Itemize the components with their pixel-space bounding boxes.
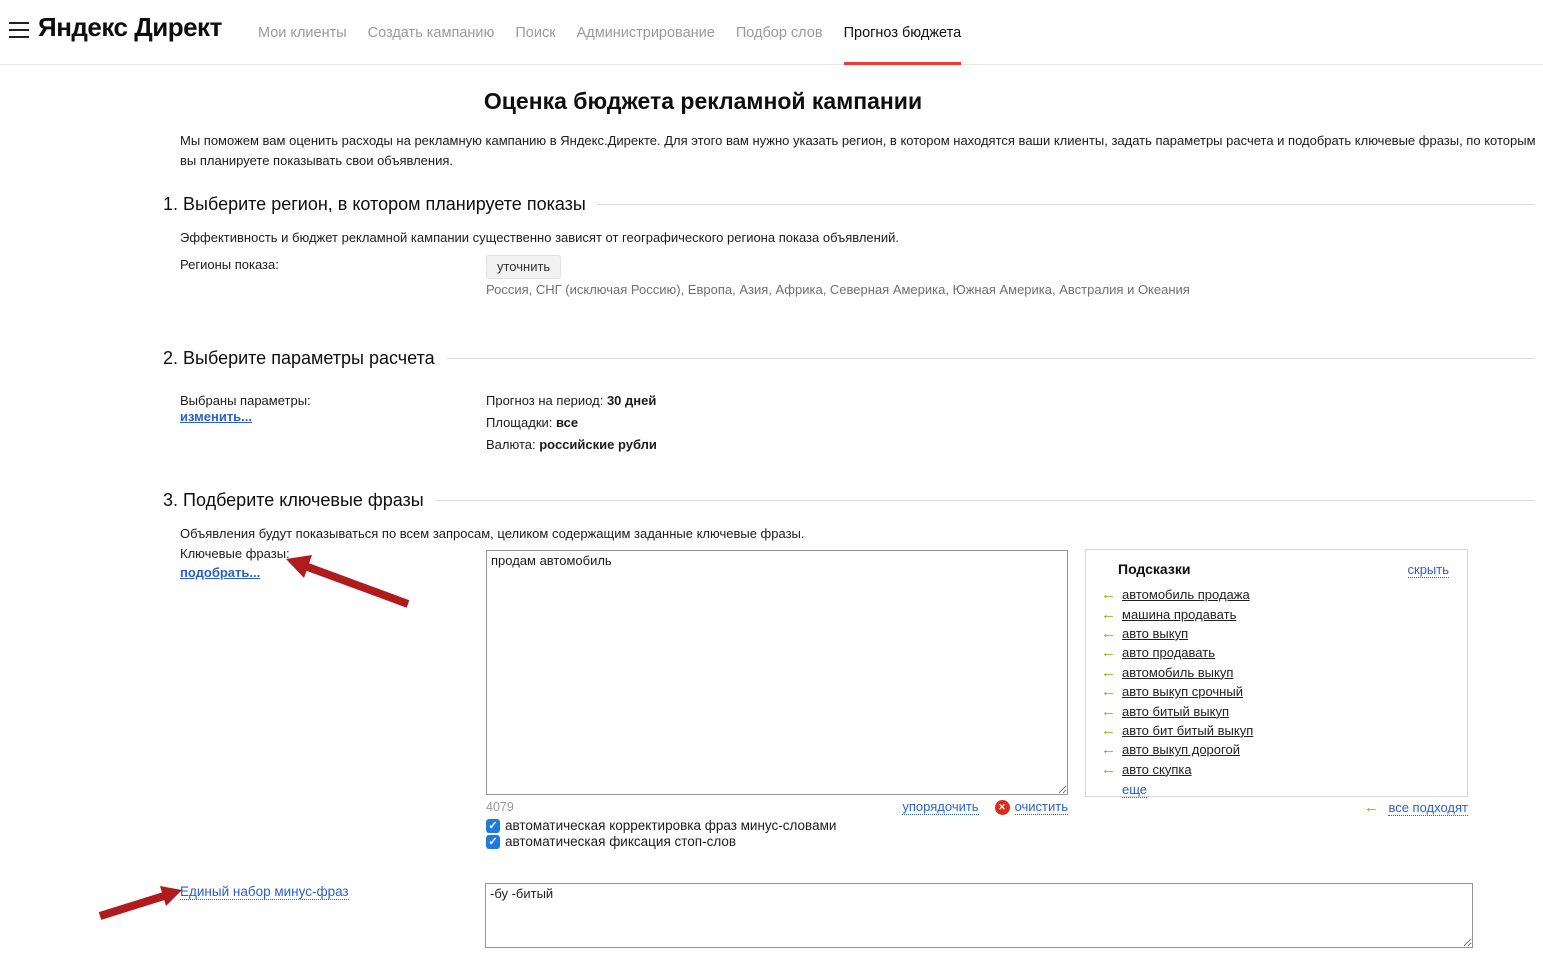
checkbox-stop-words[interactable]: ✓ <box>486 835 500 849</box>
change-params-link[interactable]: изменить... <box>180 409 252 424</box>
hint-link[interactable]: авто бит битый выкуп <box>1122 723 1253 738</box>
hint-link[interactable]: авто выкуп срочный <box>1122 684 1243 699</box>
nav-item-word-selection[interactable]: Подбор слов <box>736 0 823 65</box>
header: Яндекс Директ Мои клиенты Создать кампан… <box>0 0 1543 65</box>
keywords-toolbar: 4079 упорядочить ✕ очистить <box>486 799 1068 815</box>
section1-description: Эффективность и бюджет рекламной кампани… <box>180 230 899 245</box>
section-divider <box>598 204 1535 205</box>
param-value: российские рубли <box>539 437 657 452</box>
nav-item-create-campaign[interactable]: Создать кампанию <box>368 0 495 65</box>
minus-phrases-textarea[interactable]: -бу -битый <box>485 883 1473 948</box>
hint-link[interactable]: авто выкуп дорогой <box>1122 742 1240 757</box>
more-hints-link[interactable]: еще <box>1122 782 1147 798</box>
hint-link[interactable]: машина продавать <box>1122 607 1236 622</box>
hint-link[interactable]: авто скупка <box>1122 762 1192 777</box>
hint-item: ← автомобиль продажа <box>1101 585 1453 604</box>
section-divider <box>436 500 1535 501</box>
checkbox-row-minus-words: ✓ автоматическая корректировка фраз мину… <box>486 818 836 833</box>
section3-description: Объявления будут показываться по всем за… <box>180 526 804 541</box>
regions-label: Регионы показа: <box>180 257 279 272</box>
add-hint-arrow-icon[interactable]: ← <box>1101 684 1114 699</box>
param-label: Прогноз на период: <box>486 393 603 408</box>
hint-link[interactable]: авто продавать <box>1122 645 1215 660</box>
hint-link[interactable]: авто битый выкуп <box>1122 704 1229 719</box>
params-label: Выбраны параметры: <box>180 393 311 408</box>
minus-phrases-link[interactable]: Единый набор минус-фраз <box>180 884 349 900</box>
nav-item-search[interactable]: Поиск <box>515 0 555 65</box>
all-hints-fit-row: ← все подходят <box>1085 800 1468 815</box>
intro-text: Мы поможем вам оценить расходы на реклам… <box>180 131 1537 170</box>
nav-item-budget-forecast[interactable]: Прогноз бюджета <box>844 0 962 65</box>
clear-keywords-link[interactable]: очистить <box>1015 799 1068 815</box>
section1-heading: 1. Выберите регион, в котором планируете… <box>163 194 586 215</box>
keywords-label: Ключевые фразы: <box>180 546 290 561</box>
add-hint-arrow-icon[interactable]: ← <box>1101 762 1114 777</box>
section3-heading-row: 3. Подберите ключевые фразы <box>163 490 1535 511</box>
budget-forecast-page: Яндекс Директ Мои клиенты Создать кампан… <box>0 0 1543 964</box>
annotation-arrow-minus-phrases <box>92 884 187 926</box>
hint-item: ← авто продавать <box>1101 643 1453 662</box>
hint-item: ← авто выкуп дорогой <box>1101 740 1453 759</box>
checkbox-minus-words[interactable]: ✓ <box>486 819 500 833</box>
section-divider <box>447 358 1535 359</box>
char-counter: 4079 <box>486 800 514 814</box>
hint-item: ← машина продавать <box>1101 604 1453 623</box>
main-nav: Мои клиенты Создать кампанию Поиск Админ… <box>258 0 961 65</box>
nav-item-clients[interactable]: Мои клиенты <box>258 0 347 65</box>
sort-keywords-link[interactable]: упорядочить <box>902 799 978 815</box>
hint-item: ← автомобиль выкуп <box>1101 663 1453 682</box>
param-label: Валюта: <box>486 437 536 452</box>
section3-heading: 3. Подберите ключевые фразы <box>163 490 424 511</box>
menu-icon[interactable] <box>9 22 29 38</box>
logo[interactable]: Яндекс Директ <box>38 12 222 43</box>
hint-link[interactable]: автомобиль продажа <box>1122 587 1250 602</box>
checkbox-label: автоматическая фиксация стоп-слов <box>505 834 736 849</box>
section1-heading-row: 1. Выберите регион, в котором планируете… <box>163 194 1535 215</box>
hint-item: ← авто выкуп <box>1101 624 1453 643</box>
hint-item: ← авто бит битый выкуп <box>1101 721 1453 740</box>
add-hint-arrow-icon[interactable]: ← <box>1101 607 1114 622</box>
page-title: Оценка бюджета рекламной кампании <box>180 88 1226 115</box>
section2-heading: 2. Выберите параметры расчета <box>163 348 435 369</box>
regions-value: Россия, СНГ (исключая Россию), Европа, А… <box>486 282 1190 297</box>
pick-keywords-link[interactable]: подобрать... <box>180 565 260 580</box>
add-hint-arrow-icon[interactable]: ← <box>1101 742 1114 757</box>
all-hints-fit-link[interactable]: все подходят <box>1388 800 1468 816</box>
hint-link[interactable]: автомобиль выкуп <box>1122 665 1233 680</box>
hint-item: ← авто выкуп срочный <box>1101 682 1453 701</box>
add-hint-arrow-icon[interactable]: ← <box>1101 645 1114 660</box>
param-platforms: Площадки: все <box>486 415 578 430</box>
add-all-arrow-icon[interactable]: ← <box>1364 799 1379 816</box>
section2-heading-row: 2. Выберите параметры расчета <box>163 348 1535 369</box>
annotation-arrow-keywords <box>278 552 418 614</box>
clear-icon[interactable]: ✕ <box>995 800 1010 815</box>
hint-link[interactable]: авто выкуп <box>1122 626 1188 641</box>
nav-item-administration[interactable]: Администрирование <box>577 0 715 65</box>
checkbox-label: автоматическая корректировка фраз минус-… <box>505 818 836 833</box>
add-hint-arrow-icon[interactable]: ← <box>1101 587 1114 602</box>
add-hint-arrow-icon[interactable]: ← <box>1101 704 1114 719</box>
add-hint-arrow-icon[interactable]: ← <box>1101 723 1114 738</box>
add-hint-arrow-icon[interactable]: ← <box>1101 626 1114 641</box>
keywords-textarea[interactable]: продам автомобиль <box>486 550 1068 795</box>
param-label: Площадки: <box>486 415 552 430</box>
add-hint-arrow-icon[interactable]: ← <box>1101 665 1114 680</box>
checkbox-row-stop-words: ✓ автоматическая фиксация стоп-слов <box>486 834 736 849</box>
param-value: 30 дней <box>607 393 656 408</box>
refine-regions-button[interactable]: уточнить <box>486 255 561 279</box>
hints-title: Подсказки <box>1118 561 1190 577</box>
param-forecast-period: Прогноз на период: 30 дней <box>486 393 656 408</box>
hint-item: ← авто скупка <box>1101 760 1453 779</box>
hint-item: ← авто битый выкуп <box>1101 701 1453 720</box>
param-currency: Валюта: российские рубли <box>486 437 657 452</box>
param-value: все <box>556 415 578 430</box>
hints-panel: Подсказки скрыть ← автомобиль продажа ← … <box>1085 549 1468 797</box>
hide-hints-link[interactable]: скрыть <box>1408 562 1450 578</box>
